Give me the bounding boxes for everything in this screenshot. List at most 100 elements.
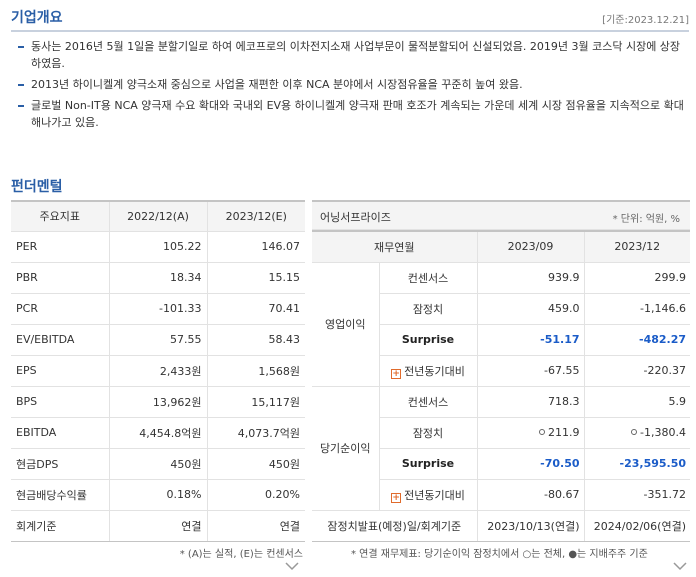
value-2023: 15.15 — [207, 262, 305, 294]
fundamental-header-row: 주요지표 2022/12(A) 2023/12(E) — [11, 200, 305, 232]
value-text: -1,146.6 — [640, 302, 687, 315]
metric-label: 컨센서스 — [379, 386, 478, 418]
value-2022: -101.33 — [109, 293, 208, 325]
value-2023: 1,568원 — [207, 355, 305, 387]
value-text: 299.9 — [654, 271, 687, 284]
value-2023-12: -23,595.50 — [584, 448, 691, 480]
table-row: PER 105.22 146.07 — [11, 231, 305, 263]
value-2023-12: 299.9 — [584, 262, 691, 294]
earnings-unit: * 단위: 억원, % — [612, 214, 680, 225]
metric-label-text: Surprise — [401, 333, 455, 346]
overview-bullets: 동사는 2016년 5월 1일을 분할기일로 하여 에코프로의 이차전지소재 사… — [16, 38, 688, 135]
value-2023-09: 211.9 — [477, 417, 585, 449]
circle-icon — [539, 429, 546, 435]
value-text: -351.72 — [643, 488, 687, 501]
metric-label-text: 컨센서스 — [407, 271, 449, 285]
announce-date-label: 잠정치발표(예정)일/회계기준 — [312, 510, 478, 542]
value-2022: 4,454.8억원 — [109, 417, 208, 449]
earnings-bottom-border — [312, 541, 690, 542]
metric-label-text: 전년동기대비 — [404, 488, 465, 502]
value-text: 939.9 — [548, 271, 580, 284]
value-2023-12: -220.37 — [584, 355, 691, 387]
value-2023-09: -70.50 — [477, 448, 585, 480]
metric-label: Surprise — [379, 324, 478, 356]
table-row: PCR -101.33 70.41 — [11, 293, 305, 325]
value-2023: 0.20% — [207, 479, 305, 511]
metric-label-text: Surprise — [401, 457, 455, 470]
value-2022: 18.34 — [109, 262, 208, 294]
earnings-header-row: 재무연월 2023/09 2023/12 — [312, 230, 691, 263]
announce-date-2023-09: 2023/10/13(연결) — [477, 510, 585, 542]
metric-label-text: 전년동기대비 — [404, 364, 465, 378]
overview-bullet: 동사는 2016년 5월 1일을 분할기일로 하여 에코프로의 이차전지소재 사… — [16, 38, 688, 72]
value-2023-09: -67.55 — [477, 355, 585, 387]
table-row: PBR 18.34 15.15 — [11, 262, 305, 294]
value-text: -482.27 — [639, 333, 687, 346]
metric-label: Surprise — [379, 448, 478, 480]
plus-box-icon[interactable]: + — [391, 368, 402, 379]
indicator-label: EV/EBITDA — [11, 324, 110, 356]
value-2022: 105.22 — [109, 231, 208, 263]
table-row: EPS 2,433원 1,568원 — [11, 355, 305, 387]
table-row: 당기순이익 컨센서스 718.3 5.9 — [312, 386, 691, 511]
indicator-label: PBR — [11, 262, 110, 294]
header-2023-12: 2023/12 — [584, 230, 691, 263]
value-2023: 연결 — [207, 510, 305, 542]
value-2023-09: 459.0 — [477, 293, 585, 325]
fundamental-bottom-border — [11, 541, 305, 542]
value-text: -23,595.50 — [619, 457, 687, 470]
value-2023: 4,073.7억원 — [207, 417, 305, 449]
plus-box-icon[interactable]: + — [391, 492, 402, 503]
circle-icon — [631, 429, 638, 435]
value-2023-09: -51.17 — [477, 324, 585, 356]
metric-label: 컨센서스 — [379, 262, 478, 294]
indicator-label: EBITDA — [11, 417, 110, 449]
overview-divider — [11, 30, 689, 32]
metric-label-text: 잠정치 — [412, 426, 444, 440]
value-text: 211.9 — [548, 426, 580, 439]
chevron-down-icon[interactable] — [673, 561, 687, 571]
earnings-table: 재무연월 2023/09 2023/12 영업이익 컨센서스 939.9 299.9 잠… — [312, 230, 691, 542]
table-row: 잠정치발표(예정)일/회계기준 2023/10/13(연결) 2024/02/06(… — [312, 510, 691, 542]
header-2023: 2023/12(E) — [207, 200, 305, 232]
value-2023: 70.41 — [207, 293, 305, 325]
header-2023-09: 2023/09 — [477, 230, 585, 263]
metric-label: 잠정치 — [379, 293, 478, 325]
table-row: 현금DPS 450원 450원 — [11, 448, 305, 480]
header-2022: 2022/12(A) — [109, 200, 208, 232]
indicator-label: PER — [11, 231, 110, 263]
earnings-note: * 연결 재무제표: 당기순이익 잠정치에서 ○는 전체, ●는 지배주주 기준 — [351, 549, 648, 560]
value-2023-12: -351.72 — [584, 479, 691, 511]
value-2022: 450원 — [109, 448, 208, 480]
chevron-down-icon[interactable] — [285, 561, 299, 571]
earnings-title: 어닝서프라이즈 — [320, 211, 391, 224]
indicator-label: PCR — [11, 293, 110, 325]
value-2023: 15,117원 — [207, 386, 305, 418]
value-2023: 58.43 — [207, 324, 305, 356]
value-2022: 2,433원 — [109, 355, 208, 387]
announce-date-2023-12: 2024/02/06(연결) — [584, 510, 691, 542]
table-row: BPS 13,962원 15,117원 — [11, 386, 305, 418]
fundamental-table: 주요지표 2022/12(A) 2023/12(E) PER 105.22 146.… — [11, 200, 305, 542]
metric-label: + 전년동기대비 — [379, 355, 478, 387]
value-text: -1,380.4 — [640, 426, 687, 439]
value-2023-09: 939.9 — [477, 262, 585, 294]
value-text: 718.3 — [548, 395, 580, 408]
value-2023-12: 5.9 — [584, 386, 691, 418]
overview-bullet: 2013년 하이니켈계 양극소재 중심으로 사업을 재편한 이후 NCA 분야에… — [16, 76, 688, 93]
value-text: 5.9 — [668, 395, 687, 408]
fundamental-note: * (A)는 실적, (E)는 컨센서스 — [179, 549, 303, 560]
value-text: -220.37 — [643, 364, 687, 377]
fundamental-title: 펀더멘털 — [11, 179, 63, 195]
value-2022: 0.18% — [109, 479, 208, 511]
value-2022: 57.55 — [109, 324, 208, 356]
table-row: EBITDA 4,454.8억원 4,073.7억원 — [11, 417, 305, 449]
indicator-label: 현금배당수익률 — [11, 479, 110, 511]
value-2022: 13,962원 — [109, 386, 208, 418]
value-2023-09: 718.3 — [477, 386, 585, 418]
value-text: -70.50 — [540, 457, 580, 470]
value-2023-12: -1,146.6 — [584, 293, 691, 325]
overview-bullet: 글로벌 Non-IT용 NCA 양극재 수요 확대와 국내외 EV용 하이니켈계… — [16, 97, 688, 131]
overview-title: 기업개요 — [11, 10, 63, 26]
metric-label-text: 컨센서스 — [407, 395, 449, 409]
